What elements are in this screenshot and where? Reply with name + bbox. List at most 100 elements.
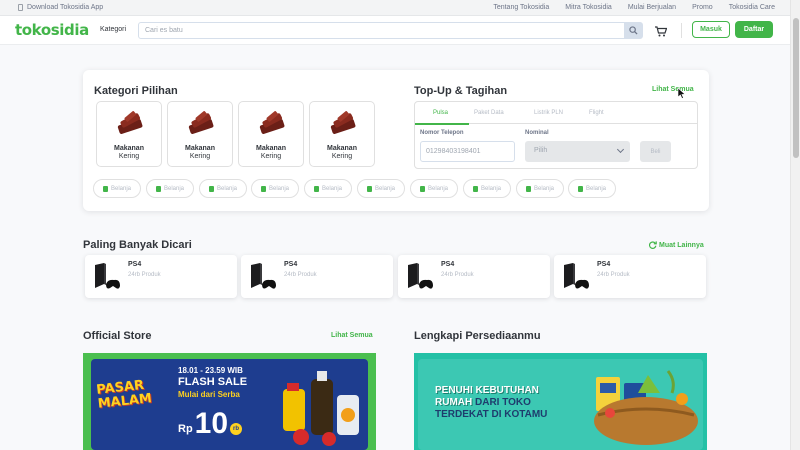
phone-number-field[interactable]: 01298403198401 [420,141,515,162]
ps4-image [564,263,589,289]
shopping-bag-icon [366,185,372,192]
main-header: tokosidia Kategori Cari es batu Masuk Da… [0,16,790,45]
lengkapi-persediaan-title: Lengkapi Persediaanmu [414,330,541,342]
tab-flight[interactable]: Flight [589,110,604,116]
load-more-label: Muat Lainnya [659,241,704,249]
product-count: 24rb Produk [128,272,161,278]
topup-see-all-link[interactable]: Lihat Semua [652,86,694,93]
headline-line-2b: DARI TOKO [472,397,531,408]
headline-line-2a: RUMAH [435,397,473,408]
search-icon [628,26,638,35]
belanja-chip[interactable]: Belanja [146,179,194,198]
nominal-select[interactable]: Pilih [525,141,630,162]
link-care[interactable]: Tokosidia Care [729,4,775,11]
popular-search-card[interactable]: PS4 24rb Produk [85,255,237,298]
product-name: PS4 [597,261,611,268]
link-mitra[interactable]: Mitra Tokosidia [565,4,612,11]
belanja-chip[interactable]: Belanja [357,179,405,198]
header-divider [681,23,682,38]
load-more-link[interactable]: Muat Lainnya [649,241,704,249]
nominal-label: Nominal [525,130,549,136]
search-bar[interactable]: Cari es batu [138,22,643,39]
popular-search-card[interactable]: PS4 24rb Produk [398,255,550,298]
register-button[interactable]: Daftar [735,21,773,38]
flash-sale-panel: PASAR MALAM 18.01 - 23.59 WIB FLASH SALE… [91,359,368,450]
official-store-banner[interactable]: PASAR MALAM 18.01 - 23.59 WIB FLASH SALE… [83,353,376,450]
lengkapi-persediaan-banner[interactable]: PENUHI KEBUTUHAN RUMAH DARI TOKO TERDEKA… [414,353,707,450]
belanja-chip[interactable]: Belanja [251,179,299,198]
chip-label: Belanja [480,185,501,192]
cart-button[interactable] [655,24,668,42]
chip-label: Belanja [585,185,606,192]
nominal-value: Pilih [534,147,548,154]
ps4-image [251,263,276,289]
flash-sale-price: Rp 10 rb [178,409,243,439]
logo[interactable]: tokosidia [15,21,89,39]
product-bottles-image [283,371,359,446]
download-app-link[interactable]: Download Tokosidia App [18,4,103,11]
product-count: 24rb Produk [441,272,474,278]
chip-label: Belanja [163,185,184,192]
category-item[interactable]: Makanan Kering [96,101,162,167]
chip-label: Belanja [216,185,237,192]
page-scrollbar[interactable] [790,0,800,450]
shopping-bag-icon [525,185,531,192]
belanja-chip[interactable]: Belanja [410,179,458,198]
category-topup-card: Kategori Pilihan Makanan Kering Makanan … [83,70,709,211]
chip-label: Belanja [268,185,289,192]
topup-tabs: Pulsa Paket Data Listrik PLN Flight [415,102,697,125]
category-sublabel: Kering [118,153,140,160]
headline-line-1: PENUHI KEBUTUHAN [435,385,539,396]
headline-line-3: TERDEKAT DI KOTAMU [435,409,548,420]
chip-label: Belanja [110,185,131,192]
buy-button[interactable]: Beli [640,141,671,162]
paling-banyak-dicari-title: Paling Banyak Dicari [83,239,192,251]
banner-headline: PENUHI KEBUTUHAN RUMAH DARI TOKO TERDEKA… [435,385,547,421]
scrollbar-thumb[interactable] [793,18,799,158]
shopping-bag-icon [260,185,266,192]
kategori-menu[interactable]: Kategori [100,26,126,33]
utility-bar: Download Tokosidia App Tentang Tokosidia… [0,0,790,16]
login-button[interactable]: Masuk [692,21,730,38]
product-name: PS4 [128,261,142,268]
cart-icon [655,26,668,37]
category-sublabel: Kering [189,153,211,160]
belanja-chip[interactable]: Belanja [304,179,352,198]
tab-paket-data[interactable]: Paket Data [474,110,504,116]
category-item[interactable]: Makanan Kering [167,101,233,167]
product-count: 24rb Produk [284,272,317,278]
dried-food-image [330,111,356,134]
chip-label: Belanja [427,185,448,192]
belanja-chip[interactable]: Belanja [516,179,564,198]
active-tab-indicator [415,123,469,125]
tab-pulsa[interactable]: Pulsa [433,110,448,116]
belanja-chip[interactable]: Belanja [463,179,511,198]
link-promo[interactable]: Promo [692,4,713,11]
refresh-icon [649,241,657,249]
ps4-image [408,263,433,289]
search-button[interactable] [624,23,642,38]
link-mulai-berjualan[interactable]: Mulai Berjualan [628,4,676,11]
brand-line-2: MALAM [97,391,153,412]
shopping-bag-icon [155,185,161,192]
phone-icon [18,4,23,11]
belanja-chip[interactable]: Belanja [93,179,141,198]
shopping-bag-icon [577,185,583,192]
topup-widget: Pulsa Paket Data Listrik PLN Flight Nomo… [414,101,698,169]
belanja-chip[interactable]: Belanja [199,179,247,198]
search-input[interactable]: Cari es batu [145,27,183,34]
popular-search-card[interactable]: PS4 24rb Produk [554,255,706,298]
utility-links: Tentang Tokosidia Mitra Tokosidia Mulai … [493,4,775,11]
dried-food-image [188,111,214,134]
popular-search-card[interactable]: PS4 24rb Produk [241,255,393,298]
link-tentang[interactable]: Tentang Tokosidia [493,4,549,11]
tab-listrik-pln[interactable]: Listrik PLN [534,110,563,116]
belanja-chip[interactable]: Belanja [568,179,616,198]
category-item[interactable]: Makanan Kering [309,101,375,167]
official-store-see-all-link[interactable]: Lihat Semua [331,332,373,339]
category-label: Makanan [256,145,286,152]
category-item[interactable]: Makanan Kering [238,101,304,167]
chip-label: Belanja [321,185,342,192]
chip-label: Belanja [533,185,554,192]
category-label: Makanan [114,145,144,152]
